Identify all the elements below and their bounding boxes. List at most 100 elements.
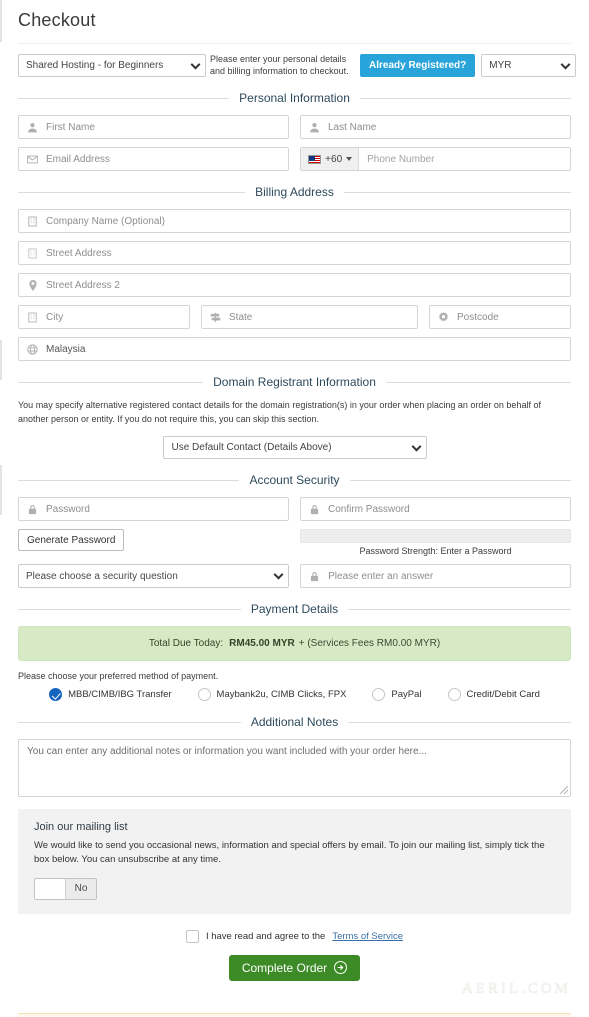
country-row: Malaysia xyxy=(18,337,571,361)
edge-artifact xyxy=(0,0,2,42)
terms-agreement-row: I have read and agree to the Terms of Se… xyxy=(18,929,571,943)
registrant-description: You may specify alternative registered c… xyxy=(18,400,541,424)
divider-line xyxy=(18,191,246,193)
divider-line xyxy=(18,608,241,610)
divider-line xyxy=(348,608,571,610)
user-icon xyxy=(309,122,320,133)
password-strength-wrapper: Password Strength: Enter a Password xyxy=(300,529,571,556)
radio-icon[interactable] xyxy=(447,688,461,701)
envelope-icon xyxy=(27,154,38,165)
password-tools-row: Generate Password Password Strength: Ent… xyxy=(18,529,571,556)
additional-notes-placeholder: You can enter any additional notes or in… xyxy=(27,746,427,757)
security-question-select[interactable]: Please choose a security question xyxy=(18,564,290,588)
product-select[interactable]: Shared Hosting - for Beginners xyxy=(18,54,206,77)
lock-icon xyxy=(309,504,320,515)
payment-option-mbb-cimb-ibg[interactable]: MBB/CIMB/IBG Transfer xyxy=(49,688,172,701)
security-answer-field[interactable]: Please enter an answer xyxy=(300,564,571,588)
city-state-postcode-row: City State Postcode xyxy=(18,305,571,329)
radio-icon[interactable] xyxy=(49,688,63,701)
checkout-toolbar: Shared Hosting - for Beginners Please en… xyxy=(0,44,589,77)
first-name-field[interactable]: First Name xyxy=(18,115,289,139)
total-due-amount: RM45.00 MYR xyxy=(229,638,295,649)
street-address-field[interactable]: Street Address xyxy=(18,241,571,265)
complete-order-button[interactable]: Complete Order xyxy=(228,954,361,981)
password-placeholder: Password xyxy=(46,503,90,515)
radio-icon[interactable] xyxy=(197,688,211,701)
section-title: Additional Notes xyxy=(250,715,339,729)
edge-artifact xyxy=(0,465,2,515)
radio-icon[interactable] xyxy=(372,688,386,701)
product-select-value: Shared Hosting - for Beginners xyxy=(26,60,164,71)
currency-select[interactable]: MYR xyxy=(481,54,577,77)
password-strength-text: Password Strength: Enter a Password xyxy=(359,546,512,556)
payment-option-label: Credit/Debit Card xyxy=(466,689,540,700)
total-due-banner: Total Due Today: RM45.00 MYR + (Services… xyxy=(18,626,571,661)
payment-option-paypal[interactable]: PayPal xyxy=(372,688,422,701)
country-code-select[interactable]: +60 xyxy=(301,148,360,170)
registrant-contact-select[interactable]: Use Default Contact (Details Above) xyxy=(162,436,427,459)
chevron-down-icon xyxy=(346,157,353,161)
street-address-2-field[interactable]: Street Address 2 xyxy=(18,273,571,297)
payment-option-label: MBB/CIMB/IBG Transfer xyxy=(68,689,172,700)
section-title: Payment Details xyxy=(250,602,339,616)
building-icon xyxy=(27,312,38,323)
password-field[interactable]: Password xyxy=(18,497,289,521)
checkout-instructions: Please enter your personal details and b… xyxy=(210,54,349,76)
registrant-contact-value: Use Default Contact (Details Above) xyxy=(171,442,332,453)
divider-line xyxy=(18,479,240,481)
section-header-domain-registrant: Domain Registrant Information xyxy=(18,375,571,389)
payment-method-prompt: Please choose your preferred method of p… xyxy=(18,671,219,681)
terms-text: I have read and agree to the xyxy=(205,930,326,942)
payment-option-credit-debit-card[interactable]: Credit/Debit Card xyxy=(447,688,540,701)
already-registered-button[interactable]: Already Registered? xyxy=(360,54,476,77)
company-name-placeholder: Company Name (Optional) xyxy=(46,215,165,227)
section-header-payment-details: Payment Details xyxy=(18,602,571,616)
section-title: Domain Registrant Information xyxy=(213,375,376,389)
phone-field-group: +60 Phone Number xyxy=(300,147,571,171)
divider-line xyxy=(343,191,571,193)
city-placeholder: City xyxy=(46,311,64,323)
last-name-placeholder: Last Name xyxy=(328,121,377,133)
total-due-fees: + (Services Fees RM0.00 MYR) xyxy=(298,638,441,649)
mailing-list-description: We would like to send you occasional new… xyxy=(34,840,545,866)
globe-icon xyxy=(27,343,38,355)
section-header-account-security: Account Security xyxy=(18,473,572,487)
email-field[interactable]: Email Address xyxy=(18,147,290,171)
toggle-knob xyxy=(35,878,66,899)
mailing-list-toggle[interactable]: No xyxy=(34,877,97,900)
city-field[interactable]: City xyxy=(18,305,190,329)
terms-of-service-link[interactable]: Terms of Service xyxy=(332,931,403,942)
payment-method-options: MBB/CIMB/IBG Transfer Maybank2u, CIMB Cl… xyxy=(18,688,571,701)
security-question-value: Please choose a security question xyxy=(26,570,178,582)
contact-row: Email Address +60 Phone Number xyxy=(18,147,571,171)
generate-password-button[interactable]: Generate Password xyxy=(18,529,125,551)
country-select[interactable]: Malaysia xyxy=(18,337,571,361)
phone-placeholder: Phone Number xyxy=(367,153,435,165)
resize-handle[interactable] xyxy=(560,786,568,794)
user-icon xyxy=(27,122,38,133)
section-title: Billing Address xyxy=(255,185,334,199)
section-header-personal-information: Personal Information xyxy=(18,91,572,105)
country-code-value: +60 xyxy=(325,153,343,165)
phone-number-input[interactable]: Phone Number xyxy=(359,148,570,170)
divider-line xyxy=(18,381,204,383)
currency-select-value: MYR xyxy=(489,60,512,71)
payment-option-maybank2u-fpx[interactable]: Maybank2u, CIMB Clicks, FPX xyxy=(197,688,347,701)
chevron-down-icon xyxy=(190,59,201,70)
confirm-password-field[interactable]: Confirm Password xyxy=(300,497,571,521)
postcode-placeholder: Postcode xyxy=(457,311,499,323)
chevron-down-icon xyxy=(560,59,571,70)
toggle-value: No xyxy=(74,883,88,894)
first-name-placeholder: First Name xyxy=(46,121,95,133)
last-name-field[interactable]: Last Name xyxy=(300,115,571,139)
company-name-field[interactable]: Company Name (Optional) xyxy=(18,209,571,233)
postcode-field[interactable]: Postcode xyxy=(429,305,571,329)
street-address-2-placeholder: Street Address 2 xyxy=(46,279,120,291)
additional-notes-textarea[interactable]: You can enter any additional notes or in… xyxy=(18,739,571,797)
state-field[interactable]: State xyxy=(201,305,418,329)
payment-option-label: Maybank2u, CIMB Clicks, FPX xyxy=(216,689,347,700)
password-strength-bar xyxy=(300,529,571,543)
section-header-billing-address: Billing Address xyxy=(18,185,571,199)
terms-checkbox[interactable] xyxy=(185,929,199,943)
divider-line xyxy=(18,721,241,723)
